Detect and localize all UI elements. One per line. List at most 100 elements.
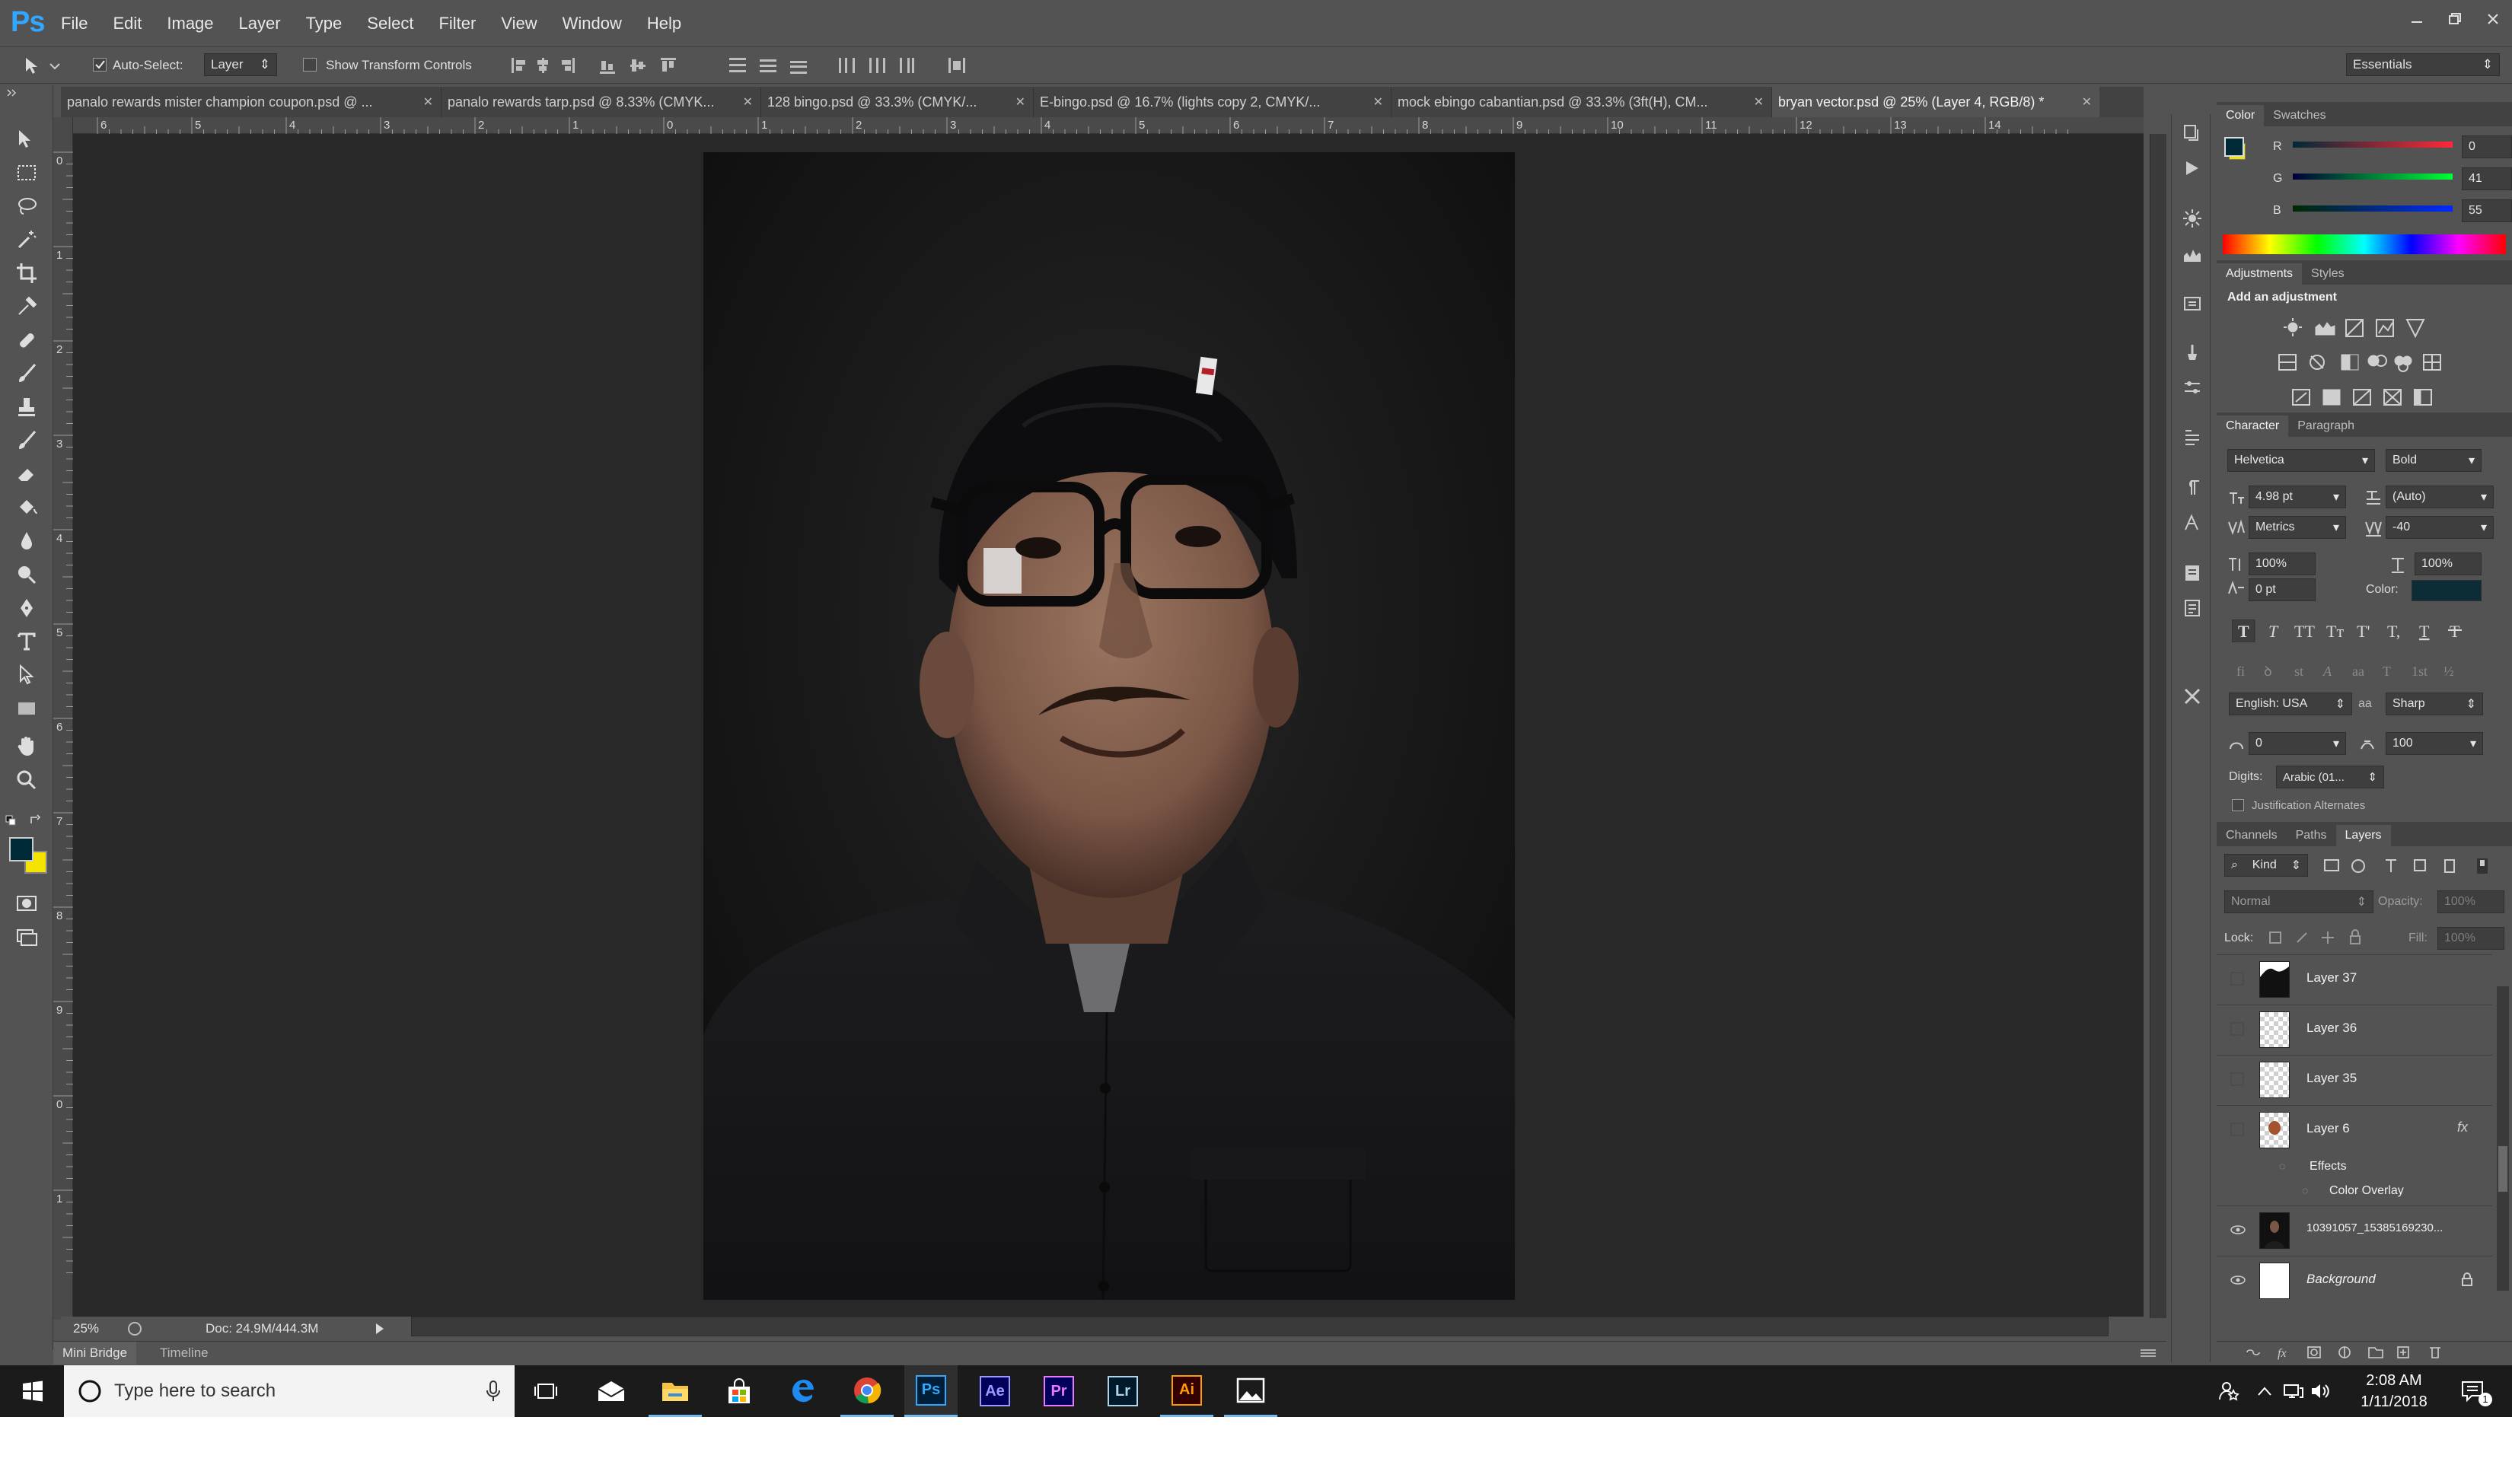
chrome-icon[interactable] bbox=[840, 1365, 894, 1417]
marquee-tool-icon[interactable] bbox=[12, 158, 41, 187]
menu-help[interactable]: Help bbox=[647, 14, 681, 33]
blend-mode-dropdown[interactable]: Normal ⇕ bbox=[2224, 890, 2373, 913]
file-explorer-icon[interactable] bbox=[649, 1365, 702, 1417]
layer-row[interactable]: Layer 35 bbox=[2217, 1055, 2492, 1102]
baseline-shift-field[interactable]: 0 pt bbox=[2249, 578, 2316, 601]
antialias-dropdown[interactable]: Sharp ⇕ bbox=[2386, 693, 2483, 715]
b-value[interactable]: 55 bbox=[2462, 199, 2512, 222]
photos-icon[interactable] bbox=[1224, 1365, 1277, 1417]
move-tool-preset-icon[interactable] bbox=[23, 55, 61, 76]
g-slider[interactable] bbox=[2293, 174, 2453, 180]
document-canvas[interactable] bbox=[703, 152, 1515, 1300]
minimize-button[interactable] bbox=[2398, 0, 2436, 38]
layer-row[interactable]: 10391057_15385169230... bbox=[2217, 1205, 2492, 1253]
actions-panel-icon[interactable] bbox=[2182, 158, 2202, 178]
tab-swatches[interactable]: Swatches bbox=[2264, 105, 2335, 126]
tab-timeline[interactable]: Timeline bbox=[151, 1342, 218, 1365]
tab-document-4[interactable]: E-bingo.psd @ 16.7% (lights copy 2, CMYK… bbox=[1034, 87, 1391, 117]
blur-tool-icon[interactable] bbox=[12, 527, 41, 556]
tools-icon[interactable] bbox=[2182, 686, 2202, 706]
menu-window[interactable]: Window bbox=[563, 14, 622, 33]
fx-icon[interactable]: fx bbox=[2457, 1119, 2468, 1135]
tab-layers[interactable]: Layers bbox=[2335, 825, 2391, 846]
menu-view[interactable]: View bbox=[501, 14, 537, 33]
brightness-icon[interactable] bbox=[2182, 209, 2202, 228]
status-info-icon[interactable] bbox=[126, 1321, 143, 1336]
tracking-field[interactable]: -40 ▾ bbox=[2386, 516, 2494, 539]
layer-row[interactable]: Layer 37 bbox=[2217, 954, 2492, 1002]
tab-color[interactable]: Color bbox=[2217, 105, 2265, 126]
properties-icon[interactable] bbox=[2182, 598, 2202, 618]
close-icon[interactable]: ✕ bbox=[743, 94, 753, 110]
menu-filter[interactable]: Filter bbox=[438, 14, 476, 33]
menu-layer[interactable]: Layer bbox=[239, 14, 281, 33]
font-style-dropdown[interactable]: Bold ▾ bbox=[2386, 449, 2482, 472]
horizontal-scrollbar[interactable] bbox=[411, 1317, 2109, 1336]
clone-stamp-tool-icon[interactable] bbox=[12, 393, 41, 422]
close-icon[interactable]: ✕ bbox=[1373, 94, 1383, 110]
layers-scrollbar[interactable] bbox=[2497, 986, 2509, 1291]
vertical-scrollbar[interactable] bbox=[2150, 134, 2166, 1318]
screen-mode-icon[interactable] bbox=[12, 922, 41, 951]
type-style-buttons[interactable]: T T TT Tт T' T, T T bbox=[2232, 619, 2491, 642]
layer-row[interactable]: Layer 36 bbox=[2217, 1005, 2492, 1052]
pen-tool-icon[interactable] bbox=[12, 594, 41, 623]
crop-tool-icon[interactable] bbox=[12, 259, 41, 288]
photoshop-taskbar-icon[interactable]: Ps bbox=[904, 1365, 958, 1417]
tab-document-active[interactable]: bryan vector.psd @ 25% (Layer 4, RGB/8) … bbox=[1772, 87, 2099, 117]
lightroom-taskbar-icon[interactable]: Lr bbox=[1096, 1365, 1149, 1417]
brush-presets-icon[interactable] bbox=[2182, 377, 2202, 397]
move-tool-icon[interactable] bbox=[12, 125, 41, 154]
brush-panel-icon[interactable] bbox=[2182, 342, 2202, 362]
task-view-icon[interactable] bbox=[519, 1365, 572, 1417]
horizontal-scale-field[interactable]: 100% bbox=[2415, 553, 2482, 575]
taskbar-clock[interactable]: 2:08 AM 1/11/2018 bbox=[2337, 1370, 2451, 1412]
history-panel-icon[interactable] bbox=[2182, 123, 2202, 143]
hand-tool-icon[interactable] bbox=[12, 732, 41, 761]
tab-document-1[interactable]: panalo rewards mister champion coupon.ps… bbox=[61, 87, 442, 117]
zoom-tool-icon[interactable] bbox=[12, 766, 41, 795]
paint-bucket-tool-icon[interactable] bbox=[12, 493, 41, 522]
layer-filter-dropdown[interactable]: ⌕ Kind ⇕ bbox=[2224, 854, 2308, 877]
b-slider[interactable] bbox=[2293, 205, 2453, 212]
font-family-dropdown[interactable]: Helvetica ▾ bbox=[2227, 449, 2375, 472]
histogram-icon[interactable] bbox=[2182, 244, 2202, 263]
windows-start-icon[interactable] bbox=[6, 1365, 59, 1417]
text-color-swatch[interactable] bbox=[2412, 580, 2482, 601]
justification-checkbox[interactable] bbox=[2232, 799, 2244, 811]
type-tool-icon[interactable] bbox=[12, 627, 41, 656]
paragraph-styles-icon[interactable] bbox=[2182, 478, 2202, 498]
tab-document-2[interactable]: panalo rewards tarp.psd @ 8.33% (CMYK...… bbox=[442, 87, 761, 117]
default-colors-icon[interactable] bbox=[5, 814, 17, 826]
quick-mask-icon[interactable] bbox=[12, 889, 41, 918]
r-slider[interactable] bbox=[2293, 142, 2453, 148]
show-transform-checkbox[interactable] bbox=[303, 58, 317, 72]
language-dropdown[interactable]: English: USA ⇕ bbox=[2229, 693, 2352, 715]
layer-row[interactable]: Layer 6 fx bbox=[2217, 1105, 2492, 1152]
tab-character[interactable]: Character bbox=[2217, 416, 2289, 437]
fill-field[interactable]: 100% bbox=[2437, 927, 2504, 950]
field-b[interactable]: 100 ▾ bbox=[2386, 732, 2483, 755]
premiere-taskbar-icon[interactable]: Pr bbox=[1032, 1365, 1085, 1417]
mail-icon[interactable] bbox=[585, 1365, 638, 1417]
close-icon[interactable]: ✕ bbox=[2082, 94, 2092, 110]
menu-select[interactable]: Select bbox=[367, 14, 413, 33]
menu-file[interactable]: File bbox=[61, 14, 88, 33]
dodge-tool-icon[interactable] bbox=[12, 560, 41, 589]
digits-dropdown[interactable]: Arabic (01... ⇕ bbox=[2276, 766, 2384, 788]
network-icon[interactable] bbox=[2279, 1365, 2308, 1417]
color-spectrum[interactable] bbox=[2223, 234, 2506, 254]
restore-button[interactable] bbox=[2436, 0, 2474, 38]
edge-icon[interactable] bbox=[776, 1365, 830, 1417]
close-icon[interactable]: ✕ bbox=[423, 94, 433, 110]
field-a[interactable]: 0 ▾ bbox=[2249, 732, 2346, 755]
panel-menu-icon[interactable] bbox=[2139, 1348, 2157, 1358]
eye-icon[interactable]: ◌ bbox=[2279, 1160, 2285, 1172]
tab-document-3[interactable]: 128 bingo.psd @ 33.3% (CMYK/... ✕ bbox=[761, 87, 1034, 117]
eraser-tool-icon[interactable] bbox=[12, 460, 41, 489]
volume-icon[interactable] bbox=[2306, 1365, 2335, 1417]
tab-document-5[interactable]: mock ebingo cabantian.psd @ 33.3% (3ft(H… bbox=[1391, 87, 1772, 117]
close-button[interactable] bbox=[2474, 0, 2512, 38]
opentype-buttons[interactable]: fi ꝺ st Aaa T 1st ½ bbox=[2233, 662, 2492, 680]
close-icon[interactable]: ✕ bbox=[1015, 94, 1025, 110]
